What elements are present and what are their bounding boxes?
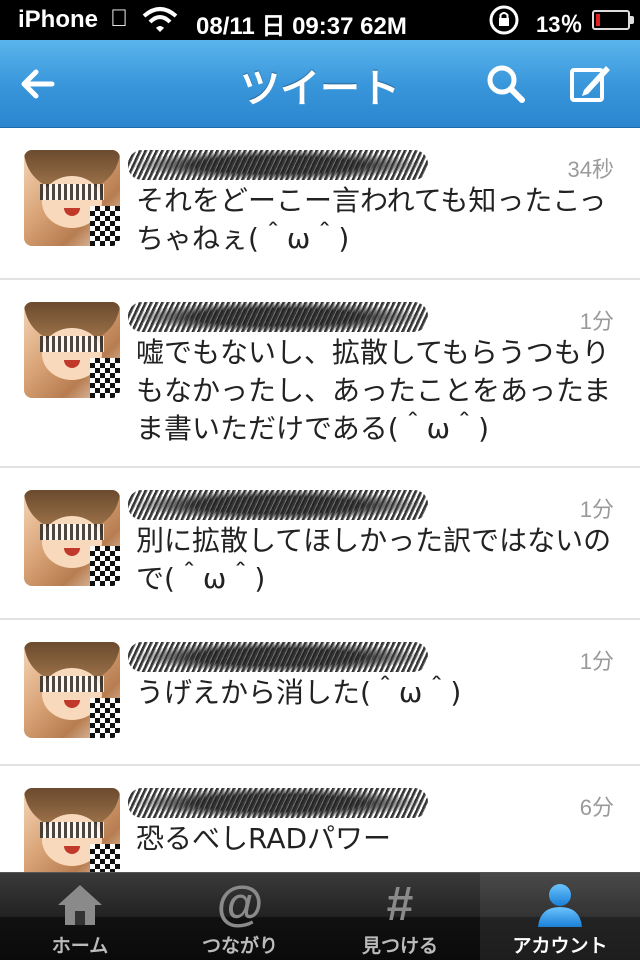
home-icon [58, 885, 102, 925]
status-clock: 08/11 日 09:37 62M [196, 13, 407, 40]
search-icon[interactable] [482, 60, 530, 108]
battery-fill [596, 14, 600, 26]
rotation-lock-icon [489, 5, 519, 35]
tweet-time: 1分 [579, 649, 614, 674]
tweet-item[interactable]: 1分 別に拡散してほしかった訳ではないので(＾ω＾) [0, 468, 640, 620]
tweet-text: うげえから消した(＾ω＾) [136, 676, 462, 709]
redacted-username [128, 642, 428, 672]
tab-label: アカウント [512, 935, 608, 957]
compose-icon[interactable] [566, 60, 614, 108]
account-icon [538, 884, 582, 927]
tweet-list[interactable]: 34秒 それをどーこー言われても知ったこっちゃねぇ(＾ω＾) 1分 嘘でもないし… [0, 128, 640, 872]
page-title: ツイート [240, 66, 400, 112]
avatar[interactable] [24, 302, 120, 398]
redacted-username [128, 302, 428, 332]
nav-bar: ツイート [0, 40, 640, 128]
tweet-item[interactable]: 1分 嘘でもないし、拡散してもらうつもりもなかったし、あったことをあったまま書い… [0, 280, 640, 468]
tab-label: 見つける [361, 935, 438, 957]
avatar[interactable] [24, 490, 120, 586]
tab-home[interactable]: ホーム [0, 873, 160, 960]
status-bar: iPhone  08/11 日 09:37 62M 13％ [0, 0, 640, 40]
tab-connect[interactable]: @ つながり [160, 873, 320, 960]
tab-account[interactable]: アカウント [480, 873, 640, 960]
tweet-time: 1分 [579, 309, 614, 334]
hash-icon: # [386, 878, 414, 931]
tweet-item[interactable]: 34秒 それをどーこー言われても知ったこっちゃねぇ(＾ω＾) [0, 128, 640, 280]
tweet-text: 別に拡散してほしかった訳ではないので(＾ω＾) [136, 524, 612, 595]
tweet-time: 6分 [579, 795, 614, 820]
avatar[interactable] [24, 642, 120, 738]
apple-logo-icon:  [110, 5, 128, 33]
battery-percent: 13％ [536, 12, 583, 37]
tab-label: つながり [201, 935, 278, 957]
at-icon: @ [216, 878, 264, 931]
redacted-username [128, 150, 428, 180]
tab-discover[interactable]: # 見つける [320, 873, 480, 960]
tweet-text: 恐るべしRADパワー [136, 822, 392, 855]
tweet-time: 1分 [579, 497, 614, 522]
avatar[interactable] [24, 150, 120, 246]
tweet-item[interactable]: 6分 恐るべしRADパワー [0, 766, 640, 872]
tweet-item[interactable]: 1分 うげえから消した(＾ω＾) [0, 620, 640, 766]
carrier-label: iPhone [18, 6, 99, 33]
wifi-icon [142, 7, 178, 32]
tweet-text: 嘘でもないし、拡散してもらうつもりもなかったし、あったことをあったまま書いただけ… [136, 336, 612, 445]
tab-label: ホーム [51, 935, 109, 957]
battery-icon [592, 10, 634, 30]
tweet-text: それをどーこー言われても知ったこっちゃねぇ(＾ω＾) [136, 184, 607, 255]
redacted-username [128, 788, 428, 818]
tab-bar: ホーム @ つながり # 見つける アカウント [0, 872, 640, 960]
avatar[interactable] [24, 788, 120, 872]
redacted-username [128, 490, 428, 520]
tweet-time: 34秒 [567, 157, 614, 182]
